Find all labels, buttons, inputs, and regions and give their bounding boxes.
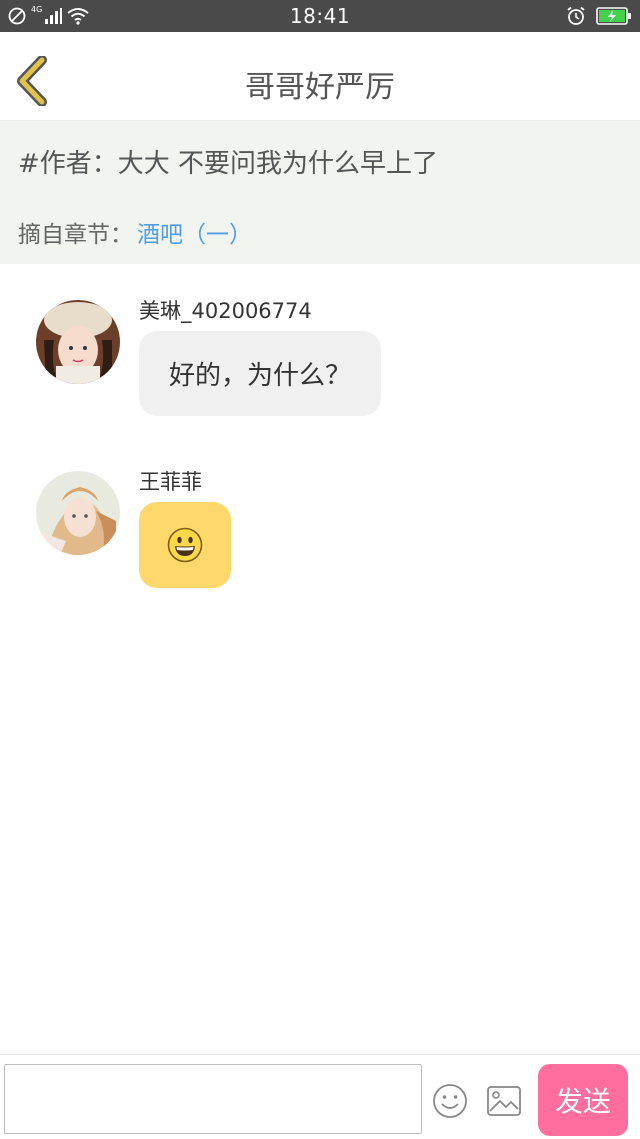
chapter-prefix-label: 摘自章节： xyxy=(18,222,133,248)
send-button[interactable]: 发送 xyxy=(538,1064,628,1136)
grinning-face-emoji-icon xyxy=(167,527,203,563)
status-bar: 4G 18:41 xyxy=(0,0,640,32)
chat-message: 王菲菲 xyxy=(0,461,640,601)
message-bubble[interactable] xyxy=(139,502,231,588)
alarm-icon xyxy=(567,6,585,25)
author-line: #作者：大大 不要问我为什么早上了 xyxy=(18,149,439,179)
header-bar: 哥哥好严厉 xyxy=(0,32,640,121)
battery-charging-icon xyxy=(596,7,631,25)
story-info-panel: #作者：大大 不要问我为什么早上了 摘自章节： 酒吧（一） xyxy=(0,121,640,264)
status-right-icons xyxy=(566,5,632,27)
avatar-photo xyxy=(36,300,120,384)
message-input[interactable] xyxy=(4,1064,422,1134)
avatar-photo xyxy=(36,471,120,555)
chat-message: 美琳_402006774 好的，为什么？ xyxy=(0,290,640,430)
image-button[interactable] xyxy=(486,1085,522,1117)
status-time: 18:41 xyxy=(289,4,351,28)
image-icon xyxy=(487,1086,521,1116)
chapter-link[interactable]: 酒吧（一） xyxy=(137,215,252,249)
emoji-button[interactable] xyxy=(432,1083,468,1119)
message-bubble[interactable]: 好的，为什么？ xyxy=(139,331,382,416)
avatar[interactable] xyxy=(36,471,120,555)
chapter-source-row: 摘自章节： 酒吧（一） xyxy=(18,215,252,249)
avatar[interactable] xyxy=(36,300,120,384)
page-title: 哥哥好严厉 xyxy=(245,70,395,105)
message-sender-name: 美琳_402006774 xyxy=(139,299,312,323)
chat-input-bar: 发送 xyxy=(0,1054,640,1139)
message-text: 好的，为什么？ xyxy=(169,361,352,391)
message-sender-name: 王菲菲 xyxy=(139,470,202,494)
smiley-face-icon xyxy=(433,1084,467,1118)
